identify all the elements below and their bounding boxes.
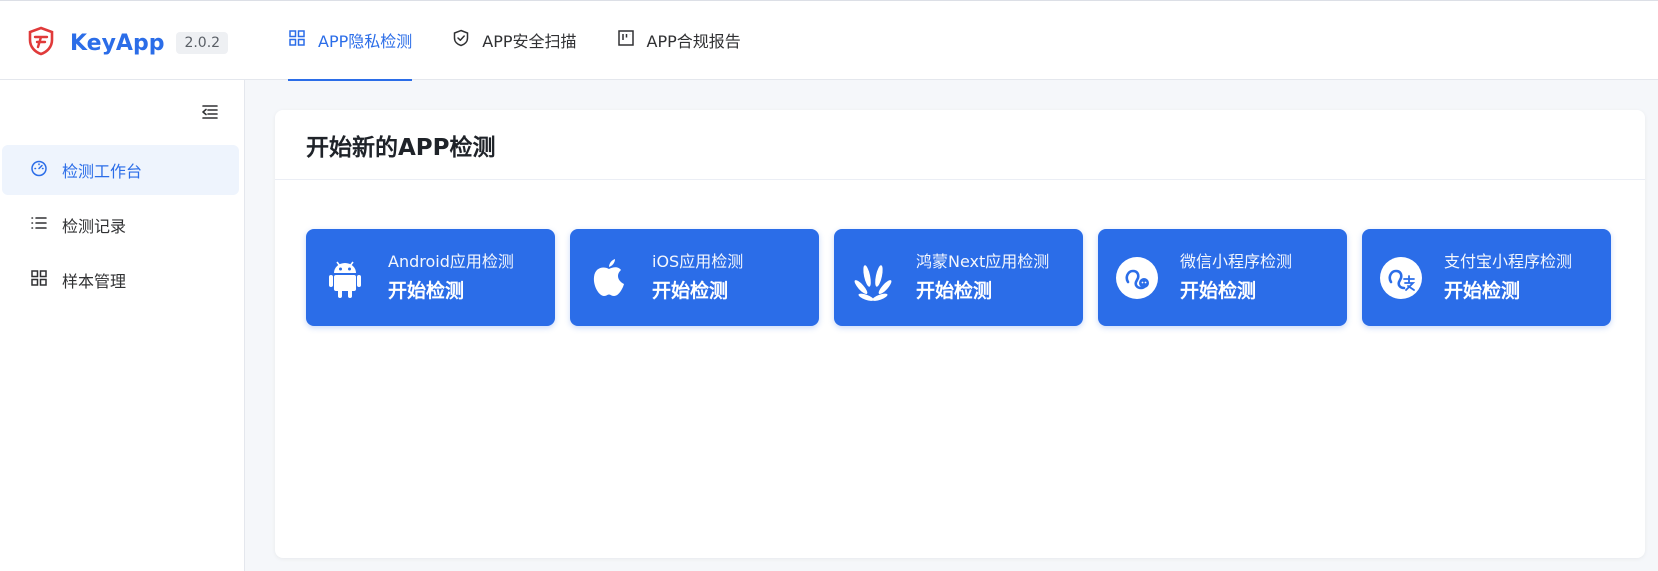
tab-label: APP隐私检测 xyxy=(318,32,413,51)
apple-icon xyxy=(586,255,632,301)
sidebar-item-sample-management[interactable]: 样本管理 xyxy=(2,255,239,305)
start-detection-label: 开始检测 xyxy=(388,279,465,302)
grid-icon xyxy=(30,269,62,291)
detection-tiles: Android应用检测 开始检测 iOS应用检测 开始检测 鸿蒙Next应用检测… xyxy=(306,229,1626,326)
tab-app-compliance-report[interactable]: APP合规报告 xyxy=(617,1,741,81)
sidebar-menu: 检测工作台 检测记录 样本管理 xyxy=(0,145,245,310)
shield-check-icon xyxy=(452,29,482,51)
harmony-next-detection-tile[interactable]: 鸿蒙Next应用检测 开始检测 xyxy=(834,229,1083,326)
start-detection-label: 开始检测 xyxy=(652,279,729,302)
brand[interactable]: KeyApp 2.0.2 xyxy=(26,23,229,63)
android-detection-tile[interactable]: Android应用检测 开始检测 xyxy=(306,229,555,326)
list-icon xyxy=(30,214,62,236)
tile-title: iOS应用检测 xyxy=(652,251,744,271)
wechat-miniprogram-detection-tile[interactable]: 微信小程序检测 开始检测 xyxy=(1098,229,1347,326)
start-detection-label: 开始检测 xyxy=(1444,279,1521,302)
top-bar: KeyApp 2.0.2 APP隐私检测 APP安全扫描 APP合规报告 xyxy=(0,0,1658,81)
version-badge: 2.0.2 xyxy=(176,32,229,54)
tile-title: Android应用检测 xyxy=(388,251,514,271)
alipay-miniprogram-detection-tile[interactable]: 支付宝小程序检测 开始检测 xyxy=(1362,229,1611,326)
sidebar-item-label: 检测记录 xyxy=(62,217,127,236)
start-detection-label: 开始检测 xyxy=(1180,279,1257,302)
ios-detection-tile[interactable]: iOS应用检测 开始检测 xyxy=(570,229,819,326)
kanban-icon xyxy=(617,29,647,51)
card-title: 开始新的APP检测 xyxy=(275,110,1645,180)
tab-label: APP合规报告 xyxy=(646,32,741,51)
android-icon xyxy=(322,255,368,301)
top-nav: APP隐私检测 APP安全扫描 APP合规报告 xyxy=(288,1,781,81)
brand-name: KeyApp xyxy=(70,30,165,56)
sidebar-item-detection-records[interactable]: 检测记录 xyxy=(2,200,239,250)
tile-title: 鸿蒙Next应用检测 xyxy=(916,251,1050,271)
sidebar-item-label: 样本管理 xyxy=(62,272,127,291)
sidebar-item-label: 检测工作台 xyxy=(62,162,143,181)
tile-title: 微信小程序检测 xyxy=(1180,251,1293,271)
menu-fold-icon[interactable] xyxy=(200,102,220,122)
huawei-icon xyxy=(850,255,896,301)
grid-icon xyxy=(288,29,318,51)
dashboard-icon xyxy=(30,159,62,181)
tile-title: 支付宝小程序检测 xyxy=(1444,251,1573,271)
start-detection-label: 开始检测 xyxy=(916,279,993,302)
tab-app-security-scan[interactable]: APP安全扫描 xyxy=(452,1,577,81)
new-detection-card: 开始新的APP检测 Android应用检测 开始检测 iOS应用检测 开始检测 … xyxy=(275,110,1645,558)
shield-logo-icon xyxy=(26,26,56,60)
alipay-miniprogram-icon xyxy=(1378,255,1424,301)
wechat-miniprogram-icon xyxy=(1114,255,1160,301)
tab-app-privacy-detection[interactable]: APP隐私检测 xyxy=(288,1,413,81)
tab-label: APP安全扫描 xyxy=(482,32,577,51)
sidebar: 检测工作台 检测记录 样本管理 xyxy=(0,80,245,571)
sidebar-item-detection-workbench[interactable]: 检测工作台 xyxy=(2,145,239,195)
